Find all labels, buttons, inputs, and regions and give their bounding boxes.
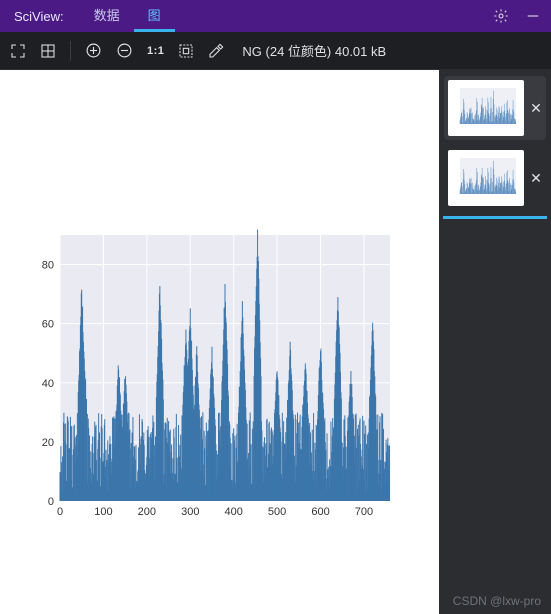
svg-text:20: 20 <box>42 437 54 449</box>
panel-title: SciView: <box>14 9 64 24</box>
svg-text:200: 200 <box>138 506 156 518</box>
tab-data[interactable]: 数据 <box>80 0 134 32</box>
status-text: NG (24 位颜色) 40.01 kB <box>242 41 386 60</box>
svg-text:0: 0 <box>48 496 54 508</box>
watermark: CSDN @lxw-pro <box>453 594 541 608</box>
fit-screen-icon[interactable] <box>10 43 26 59</box>
thumbnail-2[interactable]: ✕ <box>448 150 542 206</box>
gear-icon[interactable] <box>493 8 509 24</box>
svg-text:80: 80 <box>42 260 54 272</box>
toolbar: 1:1 NG (24 位颜色) 40.01 kB <box>0 32 551 70</box>
thumbnail-1[interactable]: ✕ <box>444 76 546 140</box>
title-bar: SciView: 数据 图 <box>0 0 551 32</box>
main-area: 0 20 40 60 80 0 100 200 300 400 500 600 700 ✕ ✕ <box>0 70 551 614</box>
color-picker-icon[interactable] <box>208 43 224 59</box>
svg-text:0: 0 <box>57 506 63 518</box>
zoom-1-1[interactable]: 1:1 <box>147 45 164 57</box>
separator <box>70 41 71 61</box>
tab-plot[interactable]: 图 <box>134 0 175 32</box>
svg-text:100: 100 <box>94 506 112 518</box>
grid-icon[interactable] <box>40 43 56 59</box>
canvas-area[interactable]: 0 20 40 60 80 0 100 200 300 400 500 600 700 <box>0 70 439 614</box>
svg-text:300: 300 <box>181 506 199 518</box>
main-chart: 0 20 40 60 80 0 100 200 300 400 500 600 700 <box>20 225 400 525</box>
thumbnail-column: ✕ ✕ <box>439 70 551 614</box>
tabs: 数据 图 <box>80 0 175 32</box>
svg-text:700: 700 <box>355 506 373 518</box>
zoom-out-icon[interactable] <box>116 42 133 59</box>
close-icon[interactable]: ✕ <box>530 170 542 187</box>
close-icon[interactable]: ✕ <box>530 100 542 117</box>
zoom-in-icon[interactable] <box>85 42 102 59</box>
svg-text:40: 40 <box>42 378 54 390</box>
svg-text:500: 500 <box>268 506 286 518</box>
minimize-icon[interactable] <box>525 8 541 24</box>
svg-text:60: 60 <box>42 319 54 331</box>
svg-text:600: 600 <box>311 506 329 518</box>
svg-text:400: 400 <box>225 506 243 518</box>
actual-size-icon[interactable] <box>178 43 194 59</box>
thumbnail-indicator <box>443 216 547 219</box>
